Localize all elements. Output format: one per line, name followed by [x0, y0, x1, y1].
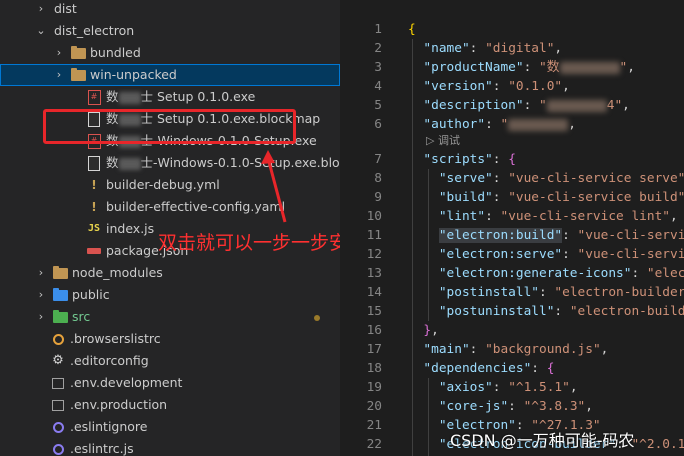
code-text: "main": "background.js", — [423, 342, 609, 357]
code-text: "name": "digital", — [423, 41, 563, 56]
code-line[interactable]: 6 "author": ", — [340, 115, 684, 134]
code-line[interactable]: 11 "electron:build": "vue-cli-servi — [340, 226, 684, 245]
code-text: "axios": "^1.5.1", — [438, 380, 578, 395]
code-line[interactable]: 12 "electron:serve": "vue-cli-servi — [340, 245, 684, 264]
code-text: "electron:generate-icons": "elect — [438, 266, 684, 281]
line-number: 20 — [366, 399, 382, 414]
line-number: 11 — [366, 228, 382, 243]
line-number: 6 — [374, 117, 382, 132]
code-text: "electron:serve": "vue-cli-servi — [438, 247, 684, 262]
line-number: 9 — [374, 190, 382, 205]
code-text: "build": "vue-cli-service build" — [438, 190, 684, 205]
code-line[interactable]: 9 "build": "vue-cli-service build" — [340, 188, 684, 207]
code-text: "dependencies": { — [423, 361, 555, 376]
code-line[interactable]: 13 "electron:generate-icons": "elect — [340, 264, 684, 283]
code-line[interactable]: 2 "name": "digital", — [340, 39, 684, 58]
indent-guide — [428, 169, 429, 321]
code-line[interactable]: 19 "axios": "^1.5.1", — [340, 378, 684, 397]
code-line[interactable]: 7 "scripts": { — [340, 150, 684, 169]
line-number: 8 — [374, 171, 382, 186]
code-line[interactable]: 1{ — [340, 20, 684, 39]
line-number: 12 — [366, 247, 382, 262]
line-number: 22 — [366, 437, 382, 452]
line-number: 14 — [366, 285, 382, 300]
line-number: 21 — [366, 418, 382, 433]
code-text: "description": " 4", — [423, 98, 630, 113]
code-line[interactable]: 14 "postinstall": "electron-builder — [340, 283, 684, 302]
line-number: 4 — [374, 79, 382, 94]
code-text: "author": ", — [423, 117, 576, 132]
code-text: "version": "0.1.0", — [423, 79, 570, 94]
code-line[interactable]: 5 "description": " 4", — [340, 96, 684, 115]
line-number: 17 — [366, 342, 382, 357]
indent-guide — [428, 378, 429, 456]
watermark: CSDN @一万种可能-码农 — [450, 431, 635, 450]
line-number: 15 — [366, 304, 382, 319]
code-line[interactable]: 20 "core-js": "^3.8.3", — [340, 397, 684, 416]
code-text: "electron:build": "vue-cli-servi — [438, 228, 684, 243]
code-line[interactable]: 15 "postuninstall": "electron-build — [340, 302, 684, 321]
code-line[interactable]: 16 }, — [340, 321, 684, 340]
line-number: 2 — [374, 41, 382, 56]
debug-codelens[interactable]: ▷ 调试 — [426, 133, 460, 149]
code-line[interactable]: 4 "version": "0.1.0", — [340, 77, 684, 96]
line-number: 10 — [366, 209, 382, 224]
line-number: 1 — [374, 22, 382, 37]
indent-guide — [412, 39, 413, 456]
line-number: 3 — [374, 60, 382, 75]
line-number: 7 — [374, 152, 382, 167]
code-line[interactable]: 18 "dependencies": { — [340, 359, 684, 378]
code-text: "core-js": "^3.8.3", — [438, 399, 593, 414]
code-line[interactable]: 3 "productName": "数 ", — [340, 58, 684, 77]
code-text: "productName": "数 ", — [423, 60, 635, 75]
code-text: "scripts": { — [423, 152, 516, 167]
code-text: "serve": "vue-cli-service serve" — [438, 171, 684, 186]
line-number: 18 — [366, 361, 382, 376]
code-text: "postuninstall": "electron-build — [438, 304, 684, 319]
line-number: 5 — [374, 98, 382, 113]
code-editor[interactable]: ▷ 调试 1{2 "name": "digital", 3 "productNam… — [340, 0, 684, 456]
line-number: 13 — [366, 266, 382, 281]
annotation-text: 双击就可以一步一步安装 — [158, 232, 368, 254]
line-number: 16 — [366, 323, 382, 338]
code-line[interactable]: 17 "main": "background.js", — [340, 340, 684, 359]
code-text: { — [408, 22, 416, 37]
code-text: "lint": "vue-cli-service lint", — [438, 209, 678, 224]
line-number: 19 — [366, 380, 382, 395]
code-line[interactable]: 8 "serve": "vue-cli-service serve" — [340, 169, 684, 188]
code-text: "postinstall": "electron-builder — [438, 285, 684, 300]
code-line[interactable]: 10 "lint": "vue-cli-service lint", — [340, 207, 684, 226]
